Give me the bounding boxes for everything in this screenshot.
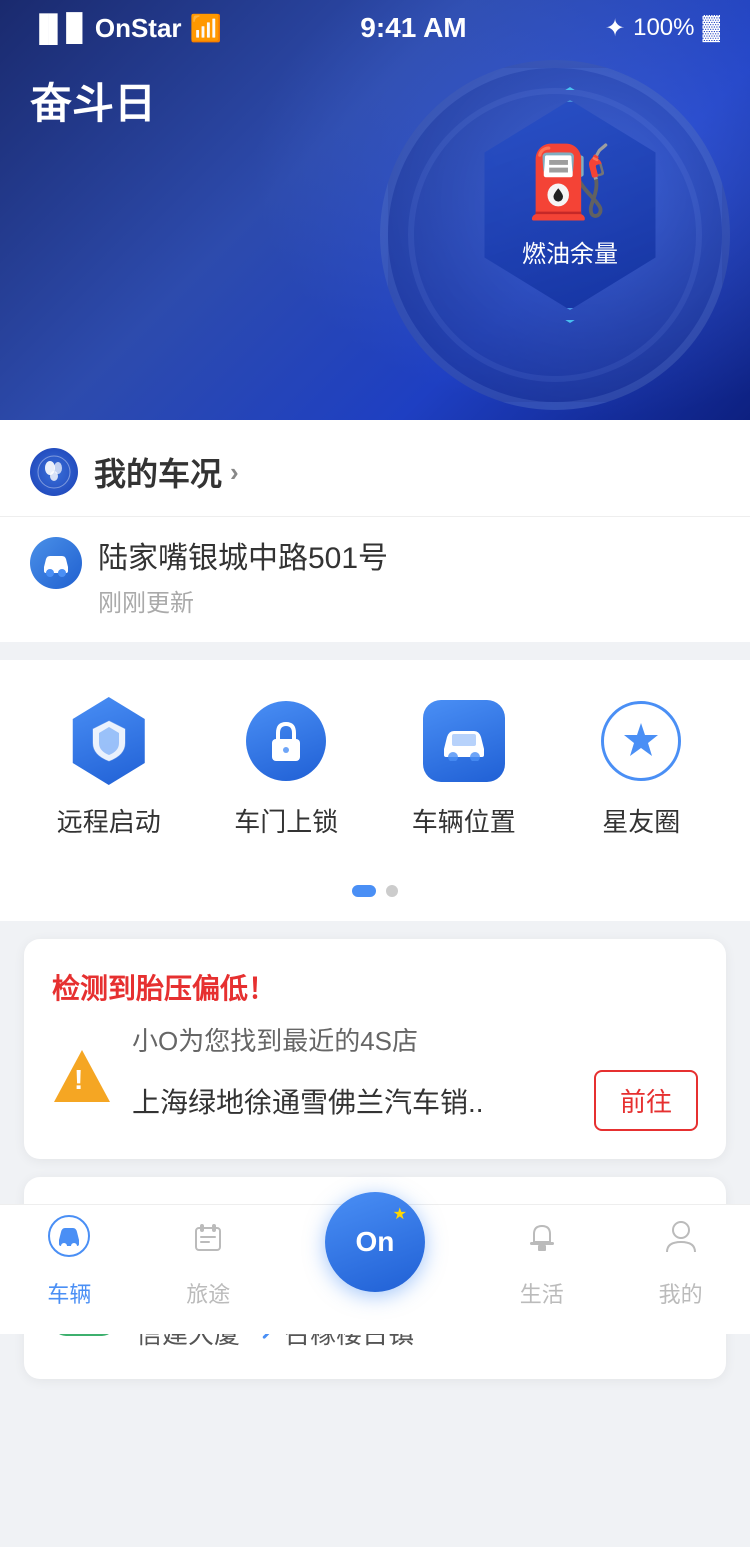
- nav-life[interactable]: 生活: [520, 1214, 564, 1309]
- alert-title: 检测到胎压偏低！: [52, 967, 698, 1007]
- page-dots: [0, 869, 750, 921]
- bluetooth-icon: ✦: [605, 14, 625, 43]
- nav-vehicle[interactable]: 车辆: [47, 1214, 91, 1309]
- location-icon: [30, 537, 82, 589]
- status-bar: ▐▌▊ OnStar 📶 9:41 AM ✦ 100% ▓: [0, 0, 750, 52]
- on-star-icon: ★: [393, 1204, 407, 1224]
- status-time: 9:41 AM: [360, 12, 466, 44]
- alert-body: 小O为您找到最近的4S店 上海绿地徐通雪佛兰汽车销.. 前往: [52, 1021, 698, 1131]
- star-circle-icon-wrap: [596, 696, 686, 786]
- nav-trip-label: 旅途: [186, 1277, 230, 1309]
- car-location-label: 车辆位置: [412, 802, 516, 839]
- star-circle-label: 星友圈: [602, 802, 680, 839]
- car-status-title: 我的车况 ›: [94, 449, 720, 495]
- star-svg: [618, 718, 664, 764]
- car-location-icon-wrap: [419, 696, 509, 786]
- location-text: 陆家嘴银城中路501号 刚刚更新: [98, 533, 388, 618]
- signal-icon: ▐▌▊: [30, 13, 87, 44]
- mine-svg: [659, 1214, 703, 1258]
- remote-start-icon-wrap: [64, 696, 154, 786]
- remote-start-icon: [69, 697, 149, 785]
- car-status-text: 我的车况 ›: [94, 449, 720, 495]
- dot-1: [352, 885, 376, 897]
- hero-title: 奋斗日: [30, 70, 156, 131]
- door-lock-label: 车门上锁: [234, 802, 338, 839]
- battery-icon: ▓: [702, 14, 720, 42]
- trip-nav-icon: [186, 1214, 230, 1269]
- life-nav-icon: [520, 1214, 564, 1269]
- bottom-nav: 车辆 旅途 ★ On 生活: [0, 1204, 750, 1334]
- alert-card: 检测到胎压偏低！ 小O为您找到最近的4S店 上海绿地徐通雪佛兰汽车销.. 前往: [24, 939, 726, 1159]
- action-remote-start[interactable]: 远程启动: [39, 696, 179, 839]
- car-status-row[interactable]: 我的车况 ›: [0, 420, 750, 517]
- shield-svg: [89, 719, 129, 763]
- mine-nav-icon: [659, 1214, 703, 1269]
- star-circle-icon: [601, 701, 681, 781]
- vehicle-nav-icon: [47, 1214, 91, 1269]
- fuel-pump-icon: ⛽: [526, 142, 613, 224]
- dot-2: [386, 885, 398, 897]
- status-battery-area: ✦ 100% ▓: [605, 14, 720, 43]
- chevron-icon: ›: [230, 457, 239, 488]
- hero-section: ▐▌▊ OnStar 📶 9:41 AM ✦ 100% ▓ 奋斗日 ⛽ 燃油余量: [0, 0, 750, 420]
- alert-subtitle: 小O为您找到最近的4S店: [132, 1021, 698, 1058]
- alert-shop-row: 上海绿地徐通雪佛兰汽车销.. 前往: [132, 1070, 698, 1131]
- door-lock-icon: [246, 701, 326, 781]
- buick-logo: [30, 448, 78, 496]
- on-text: On: [356, 1228, 395, 1256]
- action-star-circle[interactable]: 星友圈: [571, 696, 711, 839]
- alert-shop-name: 上海绿地徐通雪佛兰汽车销..: [132, 1081, 578, 1121]
- quick-actions-panel: 远程启动 车门上锁: [0, 660, 750, 869]
- location-row: 陆家嘴银城中路501号 刚刚更新: [0, 517, 750, 642]
- battery-percent: 100%: [633, 14, 694, 42]
- remote-start-label: 远程启动: [57, 802, 161, 839]
- actions-grid: 远程启动 车门上锁: [20, 696, 730, 839]
- trip-nav-svg: [186, 1214, 230, 1258]
- goto-button[interactable]: 前往: [594, 1070, 698, 1131]
- car-svg: [438, 721, 490, 761]
- location-address: 陆家嘴银城中路501号: [98, 533, 388, 577]
- action-car-location[interactable]: 车辆位置: [394, 696, 534, 839]
- nav-on-center[interactable]: ★ On: [325, 1192, 425, 1292]
- status-carrier: ▐▌▊ OnStar 📶: [30, 13, 222, 44]
- on-button[interactable]: ★ On: [325, 1192, 425, 1292]
- warning-triangle: [54, 1050, 110, 1102]
- action-door-lock[interactable]: 车门上锁: [216, 696, 356, 839]
- location-update-time: 刚刚更新: [98, 583, 388, 618]
- car-location-svg: [40, 549, 72, 577]
- wifi-icon: 📶: [190, 13, 222, 44]
- door-lock-icon-wrap: [241, 696, 331, 786]
- nav-mine[interactable]: 我的: [659, 1214, 703, 1309]
- fuel-widget[interactable]: ⛽ 燃油余量: [470, 90, 670, 320]
- vehicle-svg: [47, 1214, 91, 1258]
- buick-svg: [36, 454, 72, 490]
- nav-life-label: 生活: [520, 1277, 564, 1309]
- lock-svg: [268, 719, 304, 763]
- life-svg: [520, 1214, 564, 1258]
- car-location-icon: [423, 700, 505, 782]
- nav-vehicle-label: 车辆: [47, 1277, 91, 1309]
- warning-icon: [52, 1046, 112, 1106]
- nav-mine-label: 我的: [659, 1277, 703, 1309]
- nav-trip[interactable]: 旅途: [186, 1214, 230, 1309]
- fuel-label: 燃油余量: [522, 234, 618, 269]
- alert-content: 小O为您找到最近的4S店 上海绿地徐通雪佛兰汽车销.. 前往: [132, 1021, 698, 1131]
